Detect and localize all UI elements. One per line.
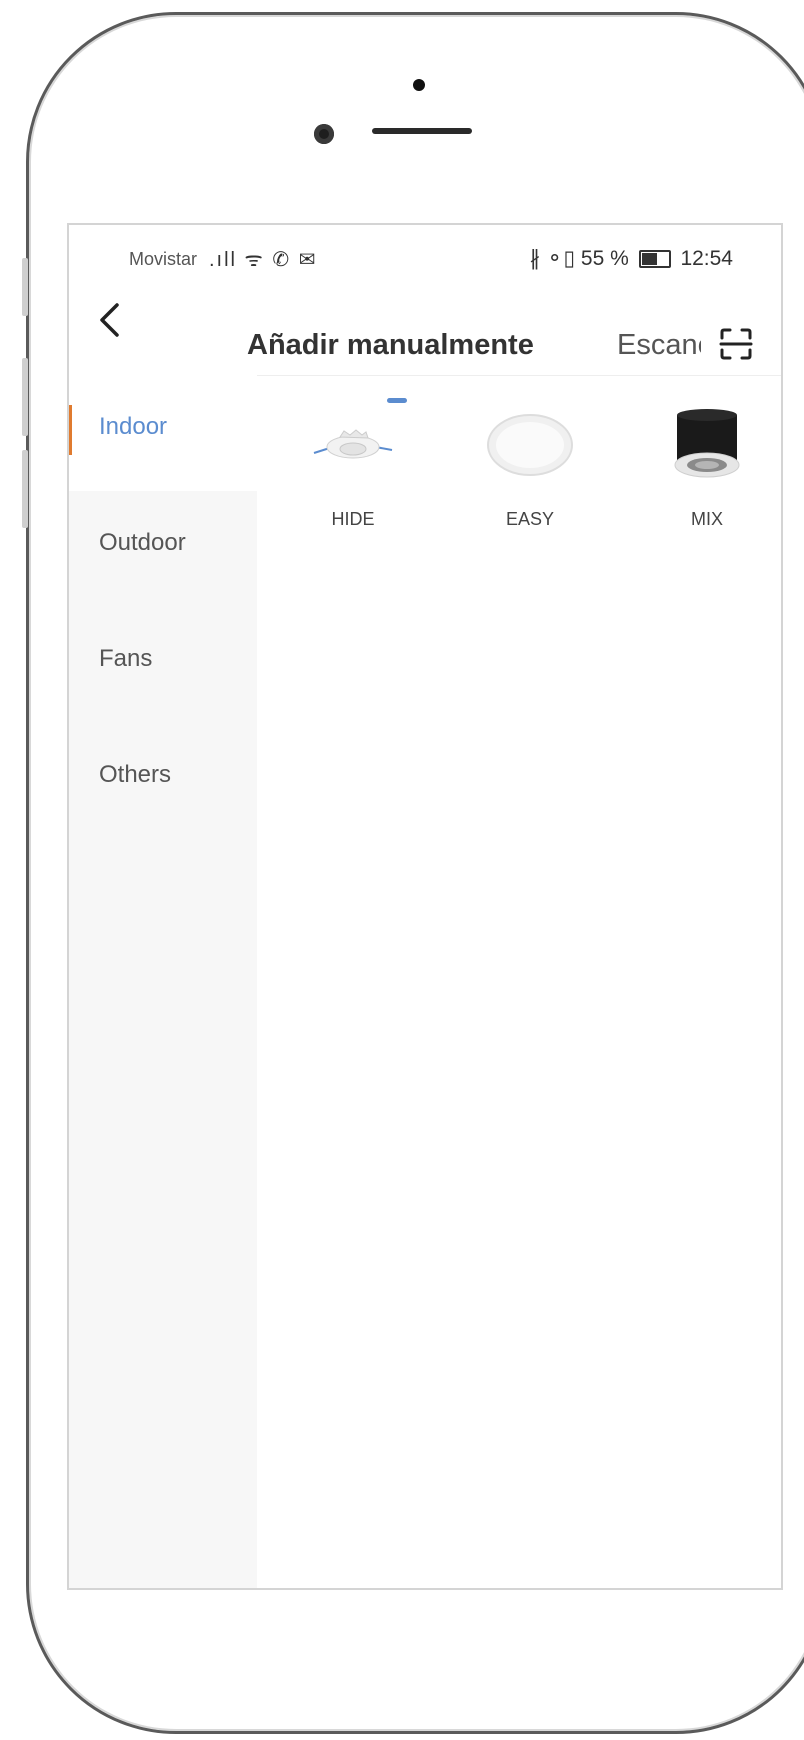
status-bar: Movistar .ıll ᯤ ✆ ✉ ∦ ⚬▯ 55 % 12:54 bbox=[69, 225, 781, 271]
side-button bbox=[22, 258, 28, 316]
recessed-downlight-icon bbox=[278, 405, 428, 485]
cylinder-light-icon bbox=[632, 405, 781, 485]
back-arrow-icon[interactable] bbox=[97, 301, 121, 349]
clock: 12:54 bbox=[680, 247, 733, 270]
battery-icon bbox=[638, 250, 671, 269]
product-label: EASY bbox=[505, 509, 555, 529]
sidebar-item-indoor[interactable]: Indoor bbox=[69, 375, 257, 491]
sidebar-item-label: Indoor bbox=[99, 413, 168, 440]
page-title: Añadir manualmente bbox=[247, 329, 534, 361]
front-camera bbox=[314, 124, 334, 144]
category-sidebar: Indoor Outdoor Fans Others bbox=[69, 375, 257, 1588]
product-card-hide[interactable]: HIDE bbox=[278, 405, 428, 530]
product-card-easy[interactable]: EASY bbox=[455, 405, 605, 530]
product-label: HIDE bbox=[331, 509, 375, 529]
sidebar-item-label: Others bbox=[99, 761, 172, 788]
tab-scan[interactable]: Escanear bbox=[617, 329, 701, 362]
sidebar-item-outdoor[interactable]: Outdoor bbox=[69, 491, 257, 607]
earpiece-speaker bbox=[372, 128, 472, 134]
sidebar-item-fans[interactable]: Fans bbox=[69, 607, 257, 723]
product-card-mix[interactable]: MIX bbox=[632, 405, 781, 530]
side-button bbox=[22, 358, 28, 436]
carrier-name: Movistar bbox=[129, 249, 198, 269]
app-screen: Movistar .ıll ᯤ ✆ ✉ ∦ ⚬▯ 55 % 12:54 Añad… bbox=[67, 223, 783, 1590]
round-panel-icon bbox=[455, 405, 605, 485]
status-right-text: ∦ ⚬▯ 55 % bbox=[529, 247, 629, 270]
side-button bbox=[22, 450, 28, 528]
tab-indicator bbox=[387, 398, 407, 403]
product-label: MIX bbox=[690, 509, 723, 529]
sidebar-item-label: Fans bbox=[99, 645, 153, 672]
sidebar-item-label: Outdoor bbox=[99, 529, 186, 556]
scan-icon[interactable] bbox=[719, 327, 753, 361]
sensor-dot bbox=[413, 79, 425, 91]
sidebar-item-others[interactable]: Others bbox=[69, 723, 257, 839]
status-icons-right: ∦ ⚬▯ 55 % 12:54 bbox=[530, 246, 733, 271]
nav-bar: Añadir manualmente Escanear bbox=[69, 271, 781, 403]
status-icons-left: .ıll ᯤ ✆ ✉ bbox=[209, 249, 318, 271]
